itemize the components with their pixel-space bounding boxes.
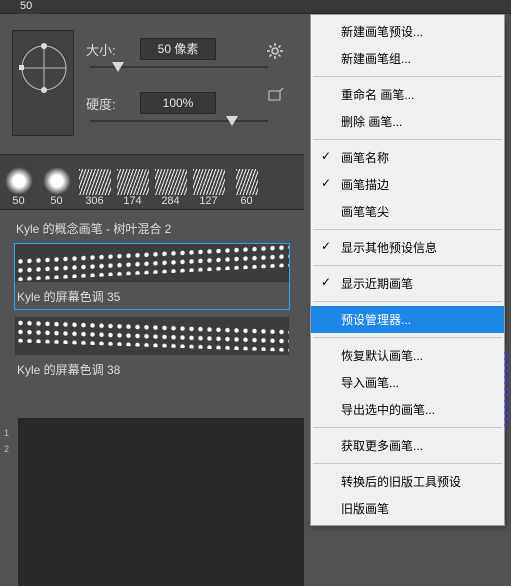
create-preset-icon[interactable] <box>268 88 284 105</box>
menu-item[interactable]: 画笔描边 <box>311 171 504 198</box>
menu-item[interactable]: 预设管理器... <box>311 306 504 333</box>
size-slider[interactable] <box>90 64 292 82</box>
size-input[interactable]: 50 像素 <box>140 38 216 60</box>
vertical-ruler: 1 2 <box>0 418 18 586</box>
menu-item[interactable]: 转换后的旧版工具预设 <box>311 468 504 495</box>
menu-item[interactable]: 导出选中的画笔... <box>311 396 504 423</box>
brush-thumb[interactable]: 50 <box>38 157 75 209</box>
menu-item[interactable]: 画笔笔尖 <box>311 198 504 225</box>
menu-item[interactable]: 恢复默认画笔... <box>311 342 504 369</box>
brush-thumb[interactable]: 60 <box>228 157 265 209</box>
brush-list-item[interactable]: Kyle 的屏幕色调 38 <box>14 316 290 383</box>
menu-separator <box>313 463 502 464</box>
menu-item[interactable]: 导入画笔... <box>311 369 504 396</box>
menu-separator <box>313 337 502 338</box>
menu-item[interactable]: 新建画笔组... <box>311 45 504 72</box>
gear-icon[interactable] <box>266 42 284 63</box>
brush-group-header[interactable]: Kyle 的概念画笔 - 树叶混合 2 <box>14 216 290 243</box>
brush-thumb[interactable]: 174 <box>114 157 151 209</box>
menu-separator <box>313 139 502 140</box>
menu-item[interactable]: 重命名 画笔... <box>311 81 504 108</box>
menu-separator <box>313 301 502 302</box>
brush-panel: 大小: 50 像素 硬度: 100% 50 50 306 174 284 127… <box>0 14 304 395</box>
brush-item-label: Kyle 的屏幕色调 38 <box>15 355 289 382</box>
menu-item[interactable]: 显示近期画笔 <box>311 270 504 297</box>
brush-thumbnails: 50 50 306 174 284 127 60 <box>0 154 304 210</box>
menu-item[interactable]: 画笔名称 <box>311 144 504 171</box>
menu-item[interactable]: 新建画笔预设... <box>311 18 504 45</box>
menu-separator <box>313 229 502 230</box>
canvas-area: 1 2 <box>0 418 304 586</box>
menu-separator <box>313 76 502 77</box>
menu-item[interactable]: 删除 画笔... <box>311 108 504 135</box>
brush-item-label: Kyle 的屏幕色调 35 <box>15 282 289 309</box>
brush-context-menu: 新建画笔预设...新建画笔组...重命名 画笔...删除 画笔...画笔名称画笔… <box>310 14 505 526</box>
size-readout: 50 <box>16 0 40 14</box>
brush-list-item[interactable]: Kyle 的屏幕色调 35 <box>14 243 290 310</box>
menu-item[interactable]: 旧版画笔 <box>311 495 504 522</box>
hardness-label: 硬度: <box>86 94 126 113</box>
brush-thumb[interactable]: 127 <box>190 157 227 209</box>
size-label: 大小: <box>86 40 126 59</box>
brush-angle-preview[interactable] <box>12 30 74 136</box>
hardness-input[interactable]: 100% <box>140 92 216 114</box>
menu-item[interactable]: 获取更多画笔... <box>311 432 504 459</box>
brush-thumb[interactable]: 306 <box>76 157 113 209</box>
hardness-slider[interactable] <box>90 118 292 136</box>
menu-item[interactable]: 显示其他预设信息 <box>311 234 504 261</box>
brush-thumb[interactable]: 50 <box>0 157 37 209</box>
slider-thumb-icon[interactable] <box>112 62 124 72</box>
menu-separator <box>313 265 502 266</box>
menu-separator <box>313 427 502 428</box>
brush-thumb[interactable]: 284 <box>152 157 189 209</box>
brush-list: Kyle 的概念画笔 - 树叶混合 2 Kyle 的屏幕色调 35 Kyle 的… <box>0 210 304 395</box>
decorative-edge <box>503 350 511 430</box>
slider-thumb-icon[interactable] <box>226 116 238 126</box>
